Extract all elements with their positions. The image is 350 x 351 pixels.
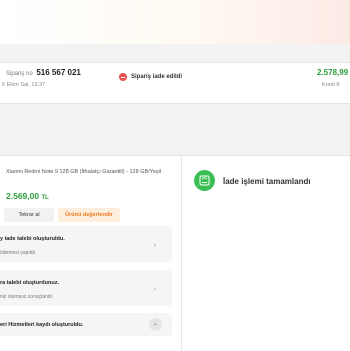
buy-again-button[interactable]: Tekrar al — [4, 208, 54, 222]
product-price-value: 2.569,00 — [6, 191, 40, 201]
order-status-label: Sipariş iade edildi — [131, 74, 183, 80]
order-total: 2.578,99 — [317, 68, 349, 77]
product-price: 2.569,00 TL — [6, 191, 49, 201]
order-number: Sipariş no 516 567 021 — [6, 68, 81, 77]
return-step-title: y iade talebi oluşturuldu. — [0, 236, 65, 242]
order-summary-header[interactable]: Sipariş no 516 567 021 6 Ekim Sal, 13:37… — [0, 62, 350, 104]
top-banner — [0, 0, 350, 44]
order-number-label: Sipariş no — [6, 71, 33, 77]
product-price-currency: TL — [41, 195, 49, 201]
return-step-subtitle: niz olumsuz sonuçlandı — [0, 294, 52, 300]
payment-method: Kredi K — [322, 82, 341, 88]
return-step-card[interactable]: y iade talebi oluşturuldu. ödemesi yapıl… — [0, 226, 172, 262]
chevron-down-icon[interactable]: ⌄ — [149, 318, 162, 331]
order-number-value: 516 567 021 — [36, 68, 81, 77]
order-detail-panel: Xiaomi Redmi Note 9 128 GB (İthalatçı Ga… — [0, 155, 350, 351]
product-name[interactable]: Xiaomi Redmi Note 9 128 GB (İthalatçı Ga… — [6, 168, 166, 176]
return-status-title: İade işlemi tamamlandı — [223, 177, 311, 186]
return-step-subtitle: ödemesi yapıldı — [0, 250, 36, 256]
service-record-title: eri Hizmetleri kaydı oluşturuldu. — [0, 322, 84, 328]
chevron-right-icon: › — [153, 286, 156, 293]
return-complete-icon — [194, 170, 215, 191]
return-step-title: ra talebi oluşturdunuz. — [0, 280, 59, 286]
service-record-card[interactable]: eri Hizmetleri kaydı oluşturuldu. ⌄ — [0, 313, 172, 336]
return-step-card[interactable]: ra talebi oluşturdunuz. niz olumsuz sonu… — [0, 270, 172, 306]
review-product-button[interactable]: Ürünü değerlendir — [58, 208, 120, 222]
panel-divider — [181, 156, 182, 351]
order-status: Sipariş iade edildi — [119, 73, 182, 81]
cancel-status-icon — [119, 73, 127, 81]
order-date: 6 Ekim Sal, 13:37 — [2, 82, 46, 88]
chevron-right-icon: › — [153, 242, 156, 249]
